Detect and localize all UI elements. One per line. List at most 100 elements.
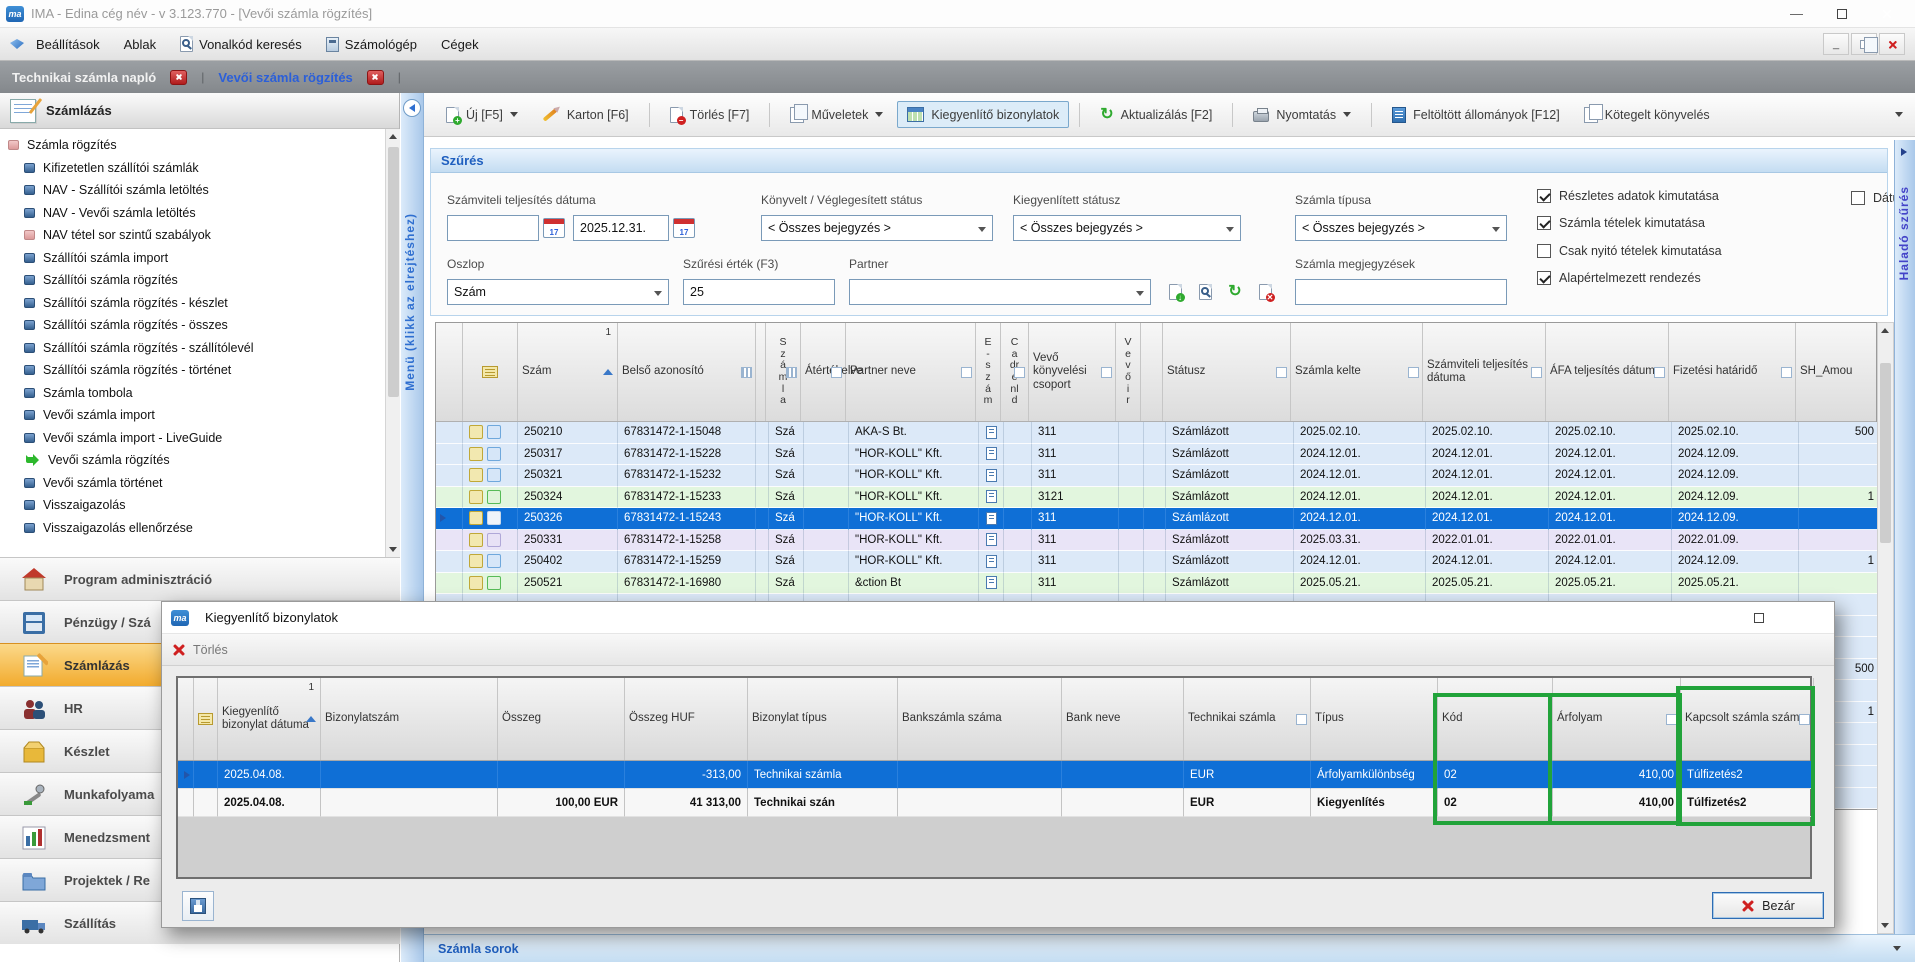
tab-close-icon[interactable] [170, 70, 187, 85]
sidebar-tree-item[interactable]: Számla tombola [0, 382, 385, 405]
dialog-table-row-selected[interactable]: 2025.04.08.-313,00Technikai számlaEURÁrf… [178, 761, 1810, 789]
row-flag-icon[interactable] [469, 468, 483, 482]
column-header-atert[interactable]: Átértékelve [801, 323, 846, 421]
table-row[interactable]: 25033167831472-1-15258Szá"HOR-KOLL" Kft.… [436, 530, 1876, 552]
column-header-thin2[interactable] [1141, 323, 1163, 421]
sidebar-tree-item[interactable]: Visszaigazolás [0, 494, 385, 517]
row-check-icon[interactable] [487, 425, 501, 439]
toolbar-button-t-rl-s-f7-[interactable]: –Törlés [F7] [660, 101, 760, 129]
grid-vertical-scrollbar[interactable] [1877, 322, 1894, 934]
column-header-fizetesi[interactable]: Fizetési határidő [1669, 323, 1796, 421]
maximize-button[interactable] [1819, 0, 1864, 27]
mdi-close-button[interactable] [1879, 33, 1905, 55]
tab-close-icon[interactable] [367, 70, 384, 85]
tree-scrollbar[interactable] [385, 129, 400, 557]
column-filter-icon[interactable] [786, 367, 797, 378]
toolbar-button--j-f5-[interactable]: +Új [F5] [436, 101, 528, 129]
dialog-column-header-sel[interactable] [194, 678, 218, 760]
column-filter-icon[interactable] [1654, 367, 1665, 378]
sidebar-tree-item[interactable]: Visszaigazolás ellenőrzése [0, 517, 385, 540]
row-flag-icon[interactable] [469, 533, 483, 547]
sidebar-tree-item[interactable]: Szállítói számla rögzítés - szállítólevé… [0, 337, 385, 360]
column-header-eszamla[interactable]: E-szám [976, 323, 1001, 421]
dialog-column-header-huf[interactable]: Összeg HUF [625, 678, 748, 760]
date-to-input[interactable]: 2025.12.31. [573, 215, 669, 241]
filter-checkbox-0[interactable]: Részletes adatok kimutatása [1537, 189, 1719, 203]
filter-value-input[interactable]: 25 [683, 279, 835, 305]
sidebar-tree-item[interactable]: NAV tétel sor szintű szabályok [0, 224, 385, 247]
mdi-minimize-button[interactable]: _ [1823, 33, 1849, 55]
column-header-afa[interactable]: ÁFA teljesítés dátuma [1546, 323, 1669, 421]
column-select[interactable]: Szám [447, 279, 669, 305]
table-row[interactable]: 25040267831472-1-15259Szá"HOR-KOLL" Kft.… [436, 551, 1876, 573]
menu-item-sz-mol-g-p[interactable]: Számológép [314, 28, 429, 60]
column-filter-icon[interactable] [1296, 714, 1307, 725]
sidebar-tree-item[interactable]: Vevői számla import [0, 404, 385, 427]
toolbar-button-nyomtat-s[interactable]: Nyomtatás [1243, 102, 1361, 128]
toolbar-button-k-tegelt-k-nyvel-s[interactable]: Kötegelt könyvelés [1574, 101, 1720, 129]
sidebar-tree-item[interactable]: Számla rögzítés [0, 134, 385, 157]
tab-inactive[interactable]: Technikai számla napló [12, 70, 187, 85]
column-filter-icon[interactable] [1408, 367, 1419, 378]
dialog-column-header-ind[interactable] [178, 678, 194, 760]
dialog-maximize-button[interactable] [1737, 603, 1781, 633]
column-filter-icon[interactable] [1014, 367, 1025, 378]
row-check-icon[interactable] [487, 511, 501, 525]
column-filter-icon[interactable] [1101, 367, 1112, 378]
select-all-icon[interactable] [198, 713, 213, 725]
booked-status-select[interactable]: < Összes bejegyzés > [761, 215, 993, 241]
column-filter-icon[interactable] [1276, 367, 1287, 378]
row-flag-icon[interactable] [469, 576, 483, 590]
collapse-bubble[interactable] [403, 99, 421, 117]
row-check-icon[interactable] [487, 468, 501, 482]
date-from-input[interactable] [447, 215, 539, 241]
dialog-column-header-tipus[interactable]: Típus [1311, 678, 1438, 760]
toolbar-button-kiegyenl-t-bizonylatok[interactable]: Kiegyenlítő bizonylatok [897, 101, 1069, 128]
toolbar-button-karton-f6-[interactable]: Karton [F6] [532, 102, 639, 128]
dialog-table-row[interactable]: 2025.04.08.100,00 EUR41 313,00Technikai … [178, 789, 1810, 817]
toolbar-overflow-icon[interactable] [1895, 112, 1903, 117]
column-header-szam[interactable]: Szám1 [518, 323, 618, 421]
row-check-icon[interactable] [487, 576, 501, 590]
settled-status-select[interactable]: < Összes bejegyzés > [1013, 215, 1241, 241]
row-flag-icon[interactable] [469, 511, 483, 525]
partner-select[interactable] [849, 279, 1151, 305]
table-row[interactable]: 25021067831472-1-15048SzáAKA-S Bt.311Szá… [436, 422, 1876, 444]
clear-filter-button[interactable]: ✕ [1253, 280, 1277, 304]
select-all-icon[interactable] [482, 366, 498, 378]
row-check-icon[interactable] [487, 533, 501, 547]
table-row[interactable]: 25032467831472-1-15233Szá"HOR-KOLL" Kft.… [436, 487, 1876, 509]
preview-button[interactable] [1193, 280, 1217, 304]
sidebar-tree-item[interactable]: Szállítói számla rögzítés - történet [0, 359, 385, 382]
invoice-lines-bar[interactable]: Számla sorok [424, 934, 1915, 962]
column-header-thin[interactable] [756, 323, 766, 421]
delete-button[interactable]: Törlés [193, 643, 228, 657]
column-filter-icon[interactable] [961, 367, 972, 378]
scroll-up-icon[interactable] [389, 134, 397, 139]
invoice-type-select[interactable]: < Összes bejegyzés > [1295, 215, 1507, 241]
toolbar-button-felt-lt-tt-llom-nyok-f12-[interactable]: Feltöltött állományok [F12] [1382, 101, 1570, 129]
row-check-icon[interactable] [487, 490, 501, 504]
sidebar-tree-item[interactable]: NAV - Vevői számla letöltés [0, 202, 385, 225]
sidebar-item-home[interactable]: Program adminisztráció [0, 557, 400, 600]
row-check-icon[interactable] [487, 554, 501, 568]
sidebar-tree-item[interactable]: Szállítói számla rögzítés [0, 269, 385, 292]
filter-checkbox-2[interactable]: Csak nyitó tételek kimutatása [1537, 244, 1722, 258]
sidebar-tree-item-selected[interactable]: Vevői számla rögzítés [0, 449, 385, 472]
scroll-down-icon[interactable] [1881, 923, 1889, 928]
column-header-vcsop[interactable]: Vevő könyvelési csoport [1029, 323, 1116, 421]
dialog-column-header-bankneve[interactable]: Bank neve [1062, 678, 1184, 760]
advanced-filter-strip[interactable]: Haladó szűrés [1894, 140, 1915, 934]
row-flag-icon[interactable] [469, 447, 483, 461]
dialog-column-header-arfolyam[interactable]: Árfolyam [1553, 678, 1681, 760]
close-dialog-button[interactable]: Bezár [1712, 892, 1824, 919]
filter-checkbox-1[interactable]: Számla tételek kimutatása [1537, 216, 1705, 230]
sidebar-tree-item[interactable]: Vevői számla import - LiveGuide [0, 427, 385, 450]
dialog-column-header-bizonylatszam[interactable]: Bizonylatszám [321, 678, 498, 760]
table-row-selected[interactable]: 25032667831472-1-15243Szá"HOR-KOLL" Kft.… [436, 508, 1876, 530]
dialog-column-header-technikai[interactable]: Technikai számla [1184, 678, 1311, 760]
menu-item-vonalk-d-keres-s[interactable]: Vonalkód keresés [168, 28, 314, 60]
sidebar-tree-item[interactable]: NAV - Szállítói számla letöltés [0, 179, 385, 202]
dialog-column-header-datuma[interactable]: Kiegyenlítő bizonylat dátuma1 [218, 678, 321, 760]
dialog-close-button[interactable] [1781, 603, 1825, 633]
